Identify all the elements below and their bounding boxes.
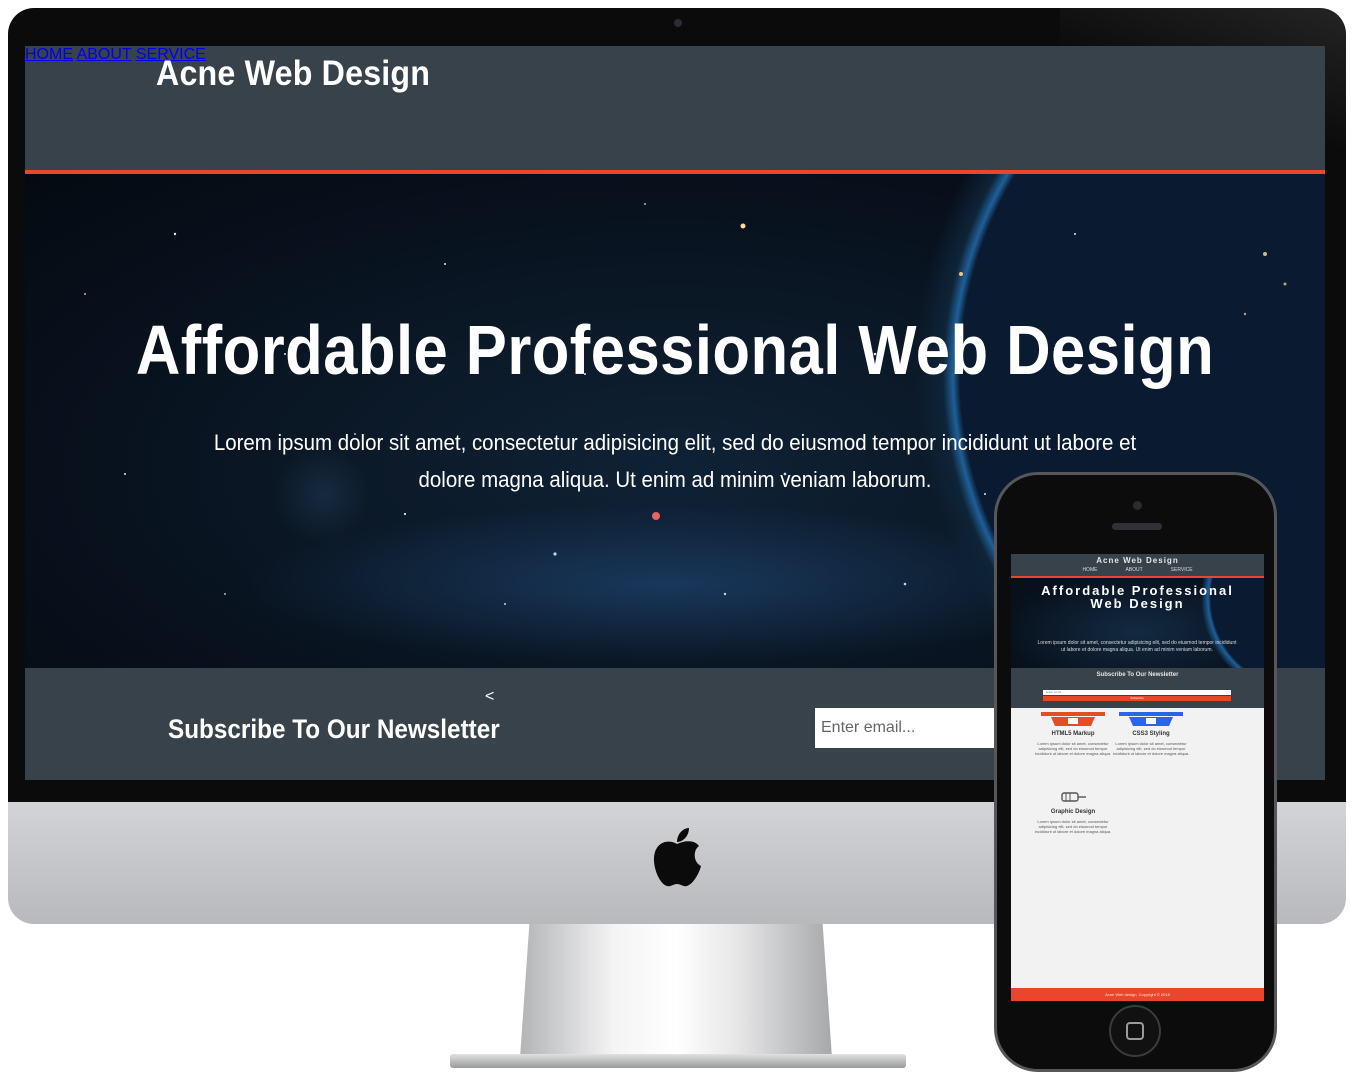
mobile-box-text: Lorem ipsum dolor sit amet, consectetur … (1112, 741, 1190, 756)
mobile-email-input[interactable]: Enter email... (1043, 690, 1231, 695)
phone-home-button[interactable] (1109, 1005, 1161, 1057)
nav-home[interactable]: HOME (25, 46, 73, 63)
imac-stand (520, 924, 832, 1058)
phone-speaker (1112, 523, 1162, 530)
mobile-footer: Acne Web design, Copyright © 2018 (1011, 988, 1264, 1001)
mobile-newsletter: Subscribe To Our Newsletter Enter email.… (1011, 668, 1264, 708)
nav-about[interactable]: ABOUT (77, 46, 132, 63)
newsletter-title: Subscribe To Our Newsletter (168, 714, 500, 744)
mobile-brand[interactable]: Acne Web Design (1011, 556, 1264, 565)
mobile-box-text: Lorem ipsum dolor sit amet, consectetur … (1034, 741, 1112, 756)
mobile-box-title: Graphic Design (1050, 809, 1096, 815)
mobile-nav-home[interactable]: HOME (1082, 567, 1097, 573)
imac-camera (674, 19, 682, 27)
iphone-device: Acne Web Design HOME ABOUT SERVICE Affor… (994, 472, 1277, 1072)
mobile-website-screen: Acne Web Design HOME ABOUT SERVICE Affor… (1011, 554, 1264, 1001)
mobile-hero-text: Lorem ipsum dolor sit amet, consectetur … (1037, 640, 1237, 653)
phone-camera (1133, 501, 1142, 510)
home-square-icon (1126, 1022, 1144, 1040)
mobile-box-text: Lorem ipsum dolor sit amet, consectetur … (1034, 819, 1112, 834)
mobile-box-title: CSS3 Styling (1132, 731, 1170, 737)
brush-icon (1061, 792, 1086, 802)
html5-icon (1041, 712, 1105, 726)
mobile-nav-service[interactable]: SERVICE (1171, 567, 1193, 573)
mobile-box-graphic: Graphic Design Lorem ipsum dolor sit ame… (1033, 790, 1113, 834)
caret-left-icon: < (485, 688, 495, 705)
apple-logo-icon (653, 828, 701, 887)
mobile-hero-title: Affordable Professional Web Design (1041, 583, 1234, 611)
mobile-nav: HOME ABOUT SERVICE (1011, 567, 1264, 573)
hero-title: Affordable Professional Web Design (135, 311, 1215, 389)
mobile-nav-about[interactable]: ABOUT (1125, 567, 1142, 573)
mobile-subscribe-button[interactable]: Subscribe (1043, 696, 1231, 701)
mobile-box-css3: CSS3 Styling Lorem ipsum dolor sit amet,… (1111, 712, 1191, 756)
imac-stand-base (450, 1054, 906, 1068)
mobile-newsletter-title: Subscribe To Our Newsletter (1096, 672, 1179, 678)
mobile-header: Acne Web Design HOME ABOUT SERVICE (1011, 554, 1264, 578)
newsletter-email-input[interactable] (815, 708, 1015, 748)
site-header: Acne Web Design HOME ABOUT SERVICE (25, 46, 1325, 174)
site-brand[interactable]: Acne Web Design (156, 54, 430, 94)
mobile-box-title: HTML5 Markup (1051, 731, 1095, 737)
mobile-box-html5: HTML5 Markup Lorem ipsum dolor sit amet,… (1033, 712, 1113, 756)
mobile-hero: Affordable Professional Web Design Lorem… (1011, 578, 1264, 668)
css3-icon (1119, 712, 1183, 726)
